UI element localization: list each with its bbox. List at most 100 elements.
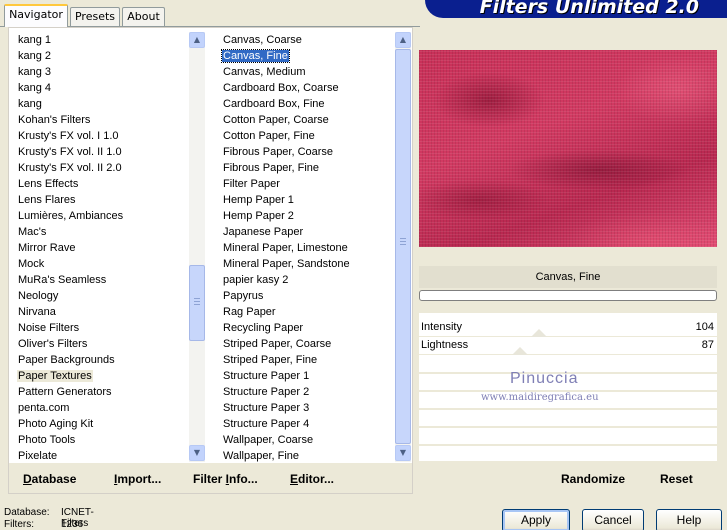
status-database-label: Database: [4, 507, 50, 518]
filter-item[interactable]: Mineral Paper, Limestone [214, 240, 394, 256]
category-item[interactable]: Mac's [9, 224, 187, 240]
category-item[interactable]: Krusty's FX vol. I 1.0 [9, 128, 187, 144]
filter-item[interactable]: Wallpaper, Coarse [214, 432, 394, 448]
category-item[interactable]: kang [9, 96, 187, 112]
category-scrollbar[interactable]: ▲ ▼ [189, 32, 205, 462]
category-item-label: kang 3 [18, 66, 52, 78]
filter-item[interactable]: Hemp Paper 1 [214, 192, 394, 208]
category-list[interactable]: kang 1 kang 2 kang 3 kang 4 kang Kohan's Filt… [9, 32, 187, 464]
filter-item[interactable]: Fibrous Paper, Fine [214, 160, 394, 176]
category-item[interactable]: MuRa's Seamless [9, 272, 187, 288]
category-item[interactable]: Neology [9, 288, 187, 304]
category-item[interactable]: Mirror Rave [9, 240, 187, 256]
category-item[interactable]: Noise Filters [9, 320, 187, 336]
filter-item[interactable]: Recycling Paper [214, 320, 394, 336]
category-item[interactable]: Oliver's Filters [9, 336, 187, 352]
category-item-label: Pattern Generators [18, 386, 112, 398]
category-item-label: Mirror Rave [18, 242, 76, 254]
filter-item[interactable]: Canvas, Fine [214, 48, 394, 64]
category-item[interactable]: Lumières, Ambiances [9, 208, 187, 224]
filter-item[interactable]: Structure Paper 1 [214, 368, 394, 384]
intensity-slider-thumb[interactable] [531, 329, 547, 337]
filter-item[interactable]: Rag Paper [214, 304, 394, 320]
category-item[interactable]: kang 4 [9, 80, 187, 96]
tab-navigator[interactable]: Navigator [4, 4, 68, 27]
category-item[interactable]: Pattern Generators [9, 384, 187, 400]
filter-info-button[interactable]: Filter Info... [193, 472, 258, 486]
category-item-label: Lumières, Ambiances [18, 210, 124, 222]
filter-item[interactable]: Striped Paper, Coarse [214, 336, 394, 352]
category-item[interactable]: Photo Tools [9, 432, 187, 448]
category-scroll-thumb[interactable] [189, 265, 205, 341]
filter-item[interactable]: Fibrous Paper, Coarse [214, 144, 394, 160]
category-item[interactable]: kang 3 [9, 64, 187, 80]
param-value: 87 [701, 339, 714, 351]
filter-item[interactable]: Cardboard Box, Fine [214, 96, 394, 112]
category-item[interactable]: kang 2 [9, 48, 187, 64]
category-scroll-up-button[interactable]: ▲ [189, 32, 205, 48]
filter-scroll-down-button[interactable]: ▼ [395, 445, 411, 461]
progress-bar [419, 290, 717, 301]
filter-item-label: Structure Paper 2 [223, 386, 310, 398]
filter-item[interactable]: Filter Paper [214, 176, 394, 192]
category-item[interactable]: Paper Textures [9, 368, 187, 384]
filter-item[interactable]: Japanese Paper [214, 224, 394, 240]
randomize-button[interactable]: Randomize [561, 472, 625, 486]
filter-item[interactable]: Striped Paper, Fine [214, 352, 394, 368]
import-button[interactable]: Import... [114, 472, 161, 486]
editor-button[interactable]: Editor... [290, 472, 334, 486]
filter-item[interactable]: Canvas, Medium [214, 64, 394, 80]
tab-presets[interactable]: Presets [70, 7, 120, 26]
category-scroll-down-button[interactable]: ▼ [189, 445, 205, 461]
category-item[interactable]: penta.com [9, 400, 187, 416]
category-item[interactable]: Nirvana [9, 304, 187, 320]
filter-item[interactable]: Structure Paper 4 [214, 416, 394, 432]
filter-scroll-thumb[interactable] [395, 49, 411, 444]
category-item-label: Neology [18, 290, 59, 302]
reset-button[interactable]: Reset [660, 472, 693, 486]
filter-list[interactable]: Canvas, Coarse Canvas, Fine Canvas, Medium… [214, 32, 394, 464]
category-item[interactable]: Mock [9, 256, 187, 272]
status-database: Database: ICNET-Filters [4, 507, 94, 529]
filter-item[interactable]: Canvas, Coarse [214, 32, 394, 48]
param-row-lightness[interactable]: Lightness 87 [419, 337, 717, 355]
lightness-slider-thumb[interactable] [512, 347, 528, 355]
category-item[interactable]: Lens Effects [9, 176, 187, 192]
filter-scrollbar[interactable]: ▲ ▼ [395, 32, 411, 462]
filter-item[interactable]: Structure Paper 2 [214, 384, 394, 400]
help-button[interactable]: Help [656, 509, 722, 530]
filter-item[interactable]: Cardboard Box, Coarse [214, 80, 394, 96]
filter-item[interactable]: Wallpaper, Fine [214, 448, 394, 464]
category-item[interactable]: Lens Flares [9, 192, 187, 208]
param-row-empty [419, 429, 717, 446]
apply-button[interactable]: Apply [502, 509, 570, 530]
filter-item[interactable]: Cotton Paper, Coarse [214, 112, 394, 128]
filter-item-label: Hemp Paper 2 [223, 210, 294, 222]
cancel-button[interactable]: Cancel [582, 509, 644, 530]
database-button[interactable]: Database [23, 472, 76, 486]
filter-item-label: Japanese Paper [223, 226, 304, 238]
category-item[interactable]: Pixelate [9, 448, 187, 464]
category-item[interactable]: kang 1 [9, 32, 187, 48]
category-item[interactable]: Photo Aging Kit [9, 416, 187, 432]
filter-item[interactable]: papier kasy 2 [214, 272, 394, 288]
category-item[interactable]: Krusty's FX vol. II 2.0 [9, 160, 187, 176]
filter-item-label: Papyrus [223, 290, 264, 302]
param-row-intensity[interactable]: Intensity 104 [419, 319, 717, 337]
filter-item-label: Cotton Paper, Coarse [223, 114, 329, 126]
tab-about[interactable]: About [122, 7, 165, 26]
filter-scroll-up-button[interactable]: ▲ [395, 32, 411, 48]
filter-preview-image [419, 50, 717, 247]
category-item[interactable]: Krusty's FX vol. II 1.0 [9, 144, 187, 160]
filter-item[interactable]: Hemp Paper 2 [214, 208, 394, 224]
category-item-label: Krusty's FX vol. I 1.0 [18, 130, 119, 142]
category-item[interactable]: Kohan's Filters [9, 112, 187, 128]
filter-item[interactable]: Structure Paper 3 [214, 400, 394, 416]
category-item-label: MuRa's Seamless [18, 274, 107, 286]
filter-item[interactable]: Cotton Paper, Fine [214, 128, 394, 144]
param-name: Intensity [421, 321, 462, 333]
filter-item[interactable]: Mineral Paper, Sandstone [214, 256, 394, 272]
category-item[interactable]: Paper Backgrounds [9, 352, 187, 368]
category-item-label: Paper Backgrounds [18, 354, 115, 366]
filter-item[interactable]: Papyrus [214, 288, 394, 304]
